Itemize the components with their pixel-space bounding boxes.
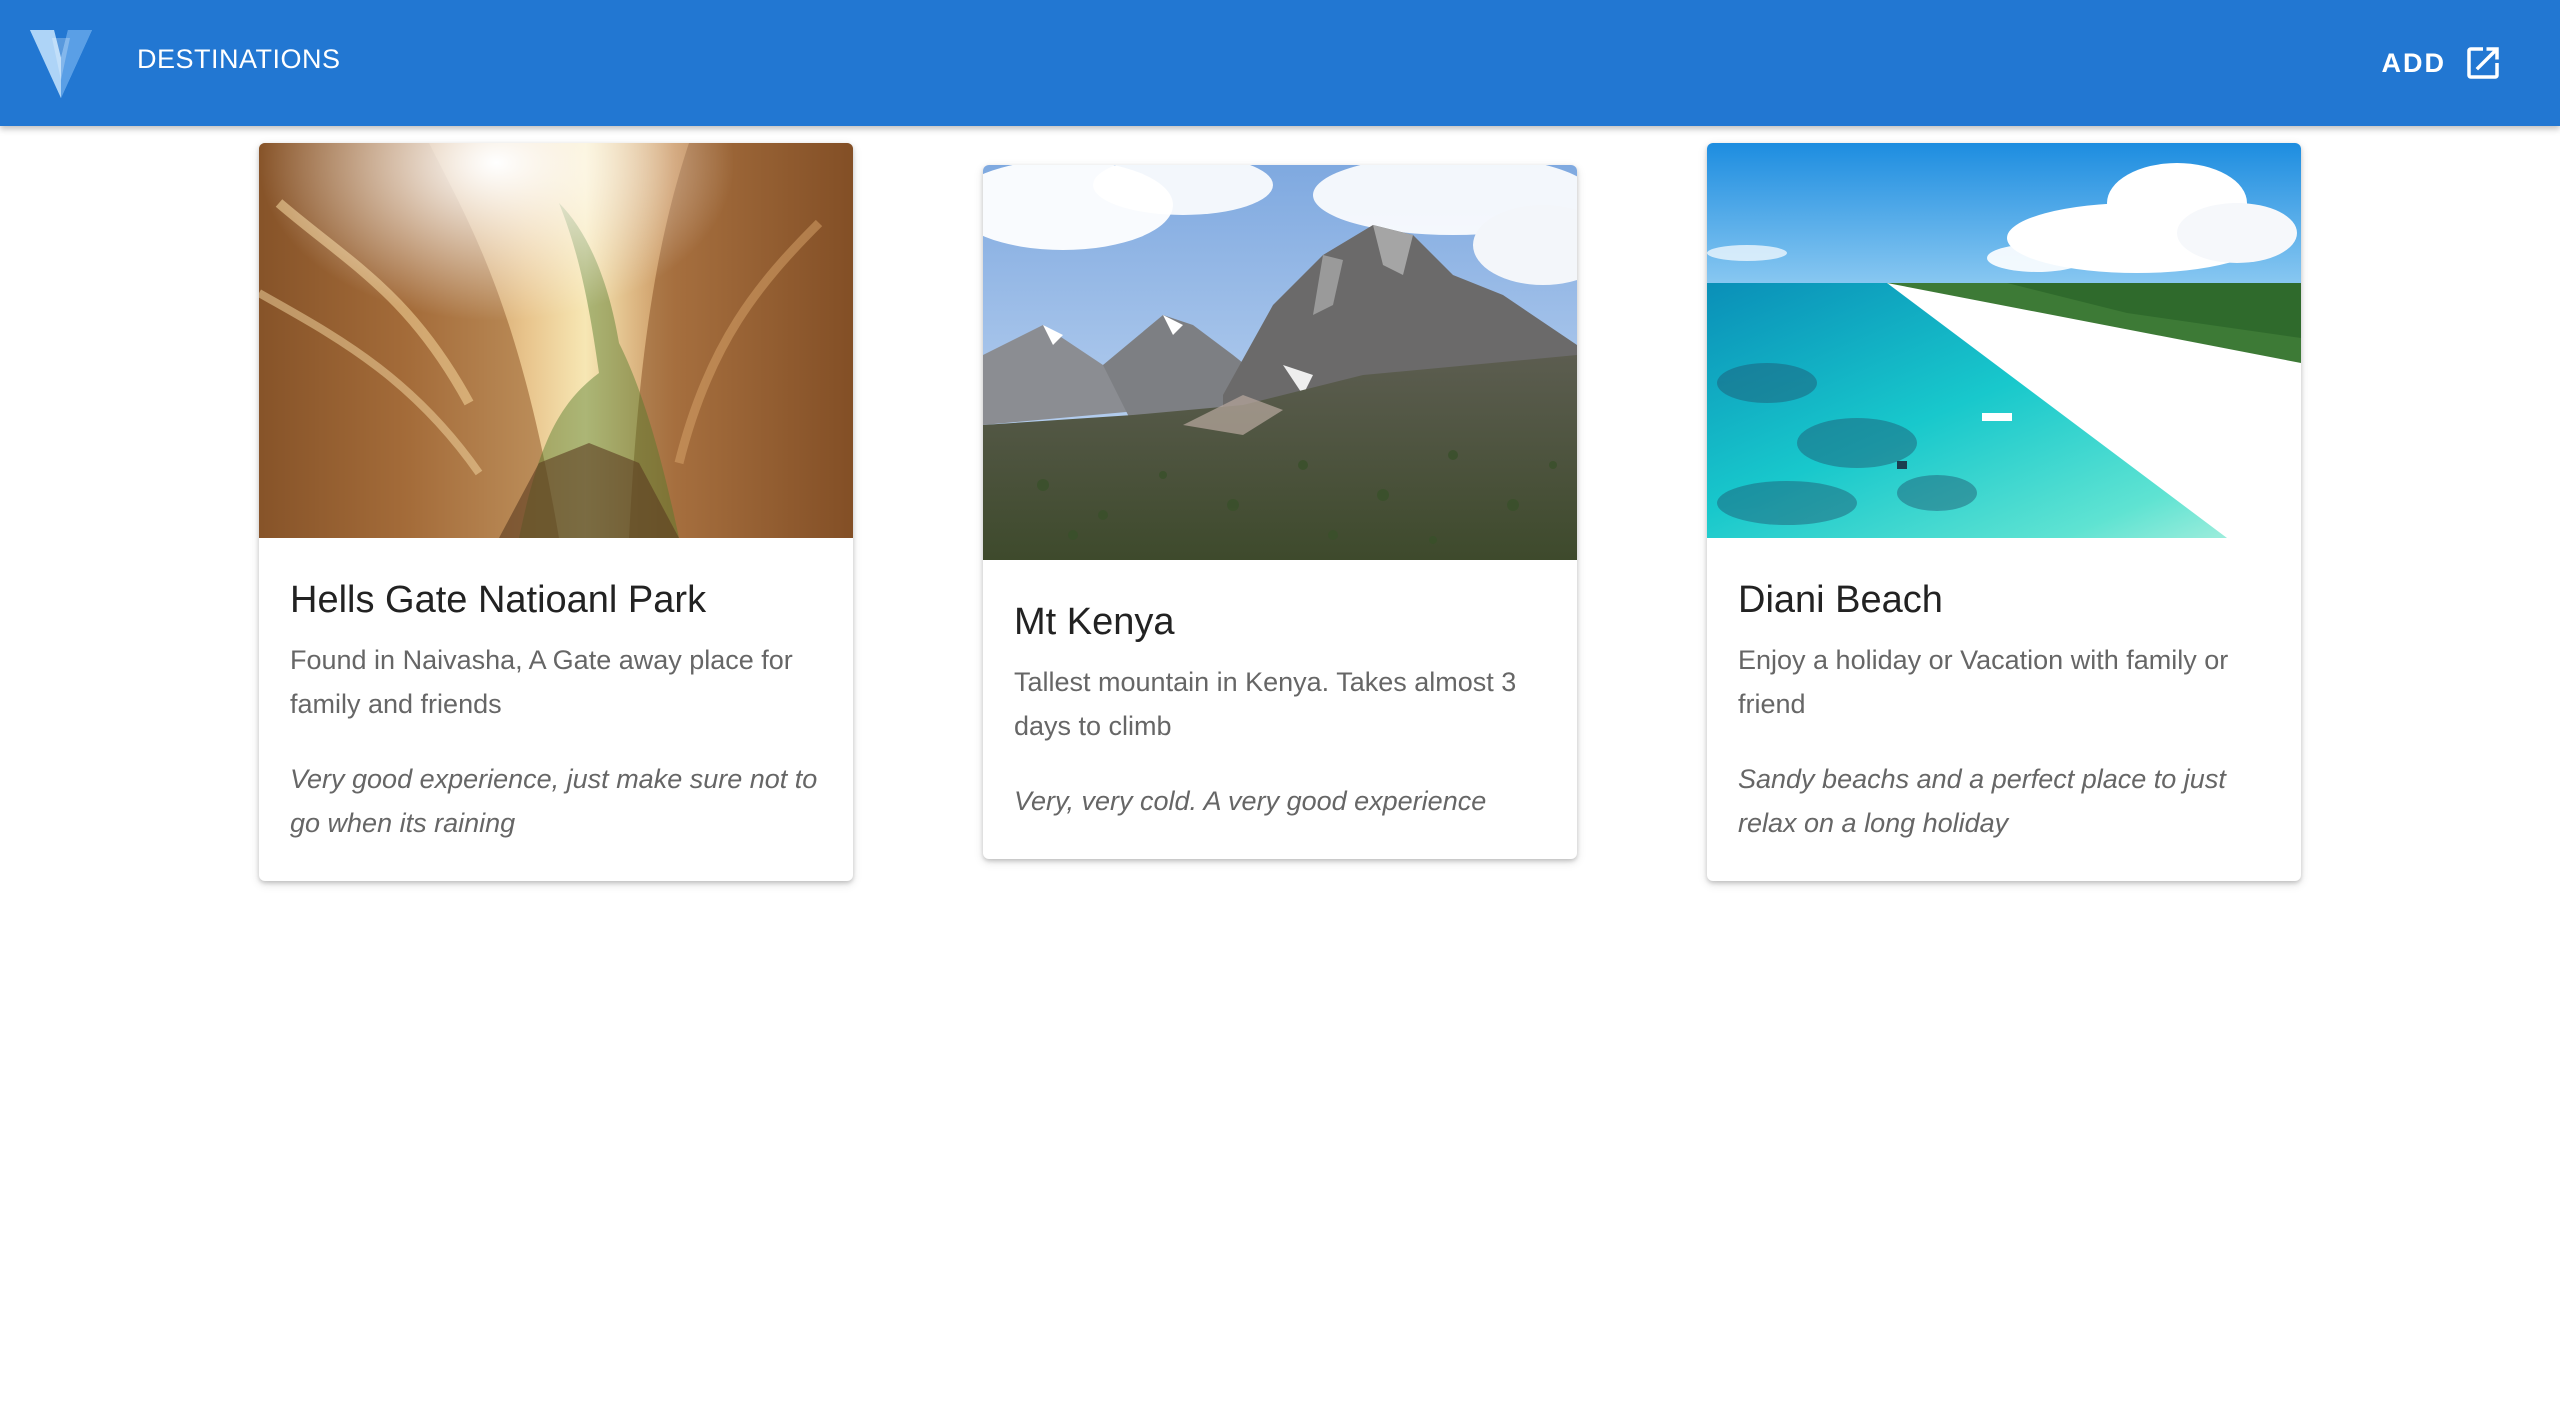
card-title: Hells Gate Natioanl Park: [290, 579, 707, 621]
destination-card: Mt Kenya Tallest mountain in Kenya. Take…: [983, 165, 1577, 859]
destination-card: Hells Gate Natioanl Park Found in Naivas…: [259, 143, 853, 881]
app-title: DESTINATIONS: [137, 44, 341, 74]
card-body: Diani Beach Enjoy a holiday or Vacation …: [1707, 538, 2301, 881]
card-title: Mt Kenya: [1014, 601, 1175, 643]
add-button[interactable]: ADD: [2376, 33, 2511, 93]
card-body: Mt Kenya Tallest mountain in Kenya. Take…: [983, 560, 1577, 859]
card-review: Very good experience, just make sure not…: [290, 763, 818, 838]
canyon-photo: [259, 143, 853, 538]
card-title: Diani Beach: [1738, 579, 1943, 621]
card-review: Sandy beachs and a perfect place to just…: [1738, 763, 2226, 838]
beach-photo: [1707, 143, 2301, 538]
vuetify-logo-icon[interactable]: [30, 28, 92, 98]
card-body: Hells Gate Natioanl Park Found in Naivas…: [259, 538, 853, 881]
destination-card: Diani Beach Enjoy a holiday or Vacation …: [1707, 143, 2301, 881]
card-description: Found in Naivasha, A Gate away place for…: [290, 644, 793, 719]
mountain-photo: [983, 165, 1577, 560]
add-button-label: ADD: [2381, 47, 2446, 78]
card-description: Tallest mountain in Kenya. Takes almost …: [1014, 666, 1517, 741]
card-review: Very, very cold. A very good experience: [1014, 785, 1487, 816]
open-in-new-icon: [2467, 47, 2499, 79]
card-description: Enjoy a holiday or Vacation with family …: [1738, 644, 2229, 719]
app-bar: DESTINATIONS ADD: [0, 0, 2560, 126]
